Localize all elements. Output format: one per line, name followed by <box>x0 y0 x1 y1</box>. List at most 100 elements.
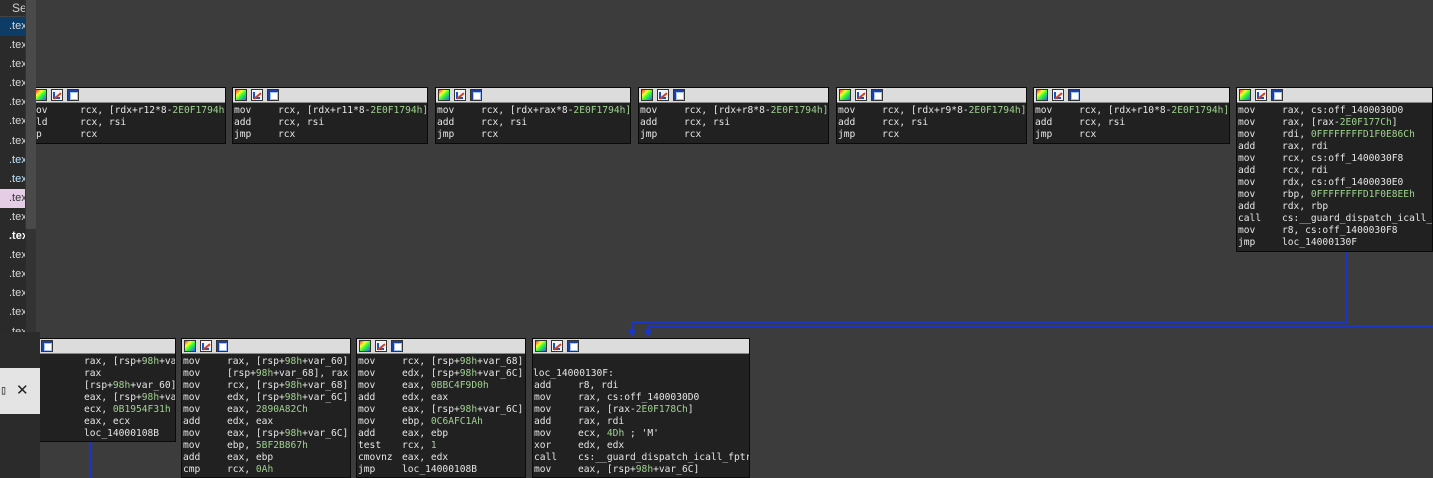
segment-item[interactable]: .tex <box>0 112 25 131</box>
asm-line[interactable]: add rcx, rdi <box>1237 165 1432 177</box>
asm-line[interactable]: add rcx, rsi <box>639 117 828 129</box>
window-icon[interactable] <box>216 340 228 352</box>
asm-line[interactable]: mov rcx, [rdx+r9*8-2E0F1794h] <box>837 105 1026 117</box>
code-block[interactable]: mov rcx, [rsp+98h+var_68] mov edx, [rsp+98h… <box>356 338 526 478</box>
asm-line[interactable]: jmp rcx <box>1034 129 1229 141</box>
asm-line[interactable]: ov rcx, [rdx+r12*8-2E0F1794h] <box>35 105 225 117</box>
asm-line[interactable]: mov ebp, 5BF2B867h <box>182 440 350 452</box>
asm-line[interactable]: jmp loc_14000108B <box>357 464 525 476</box>
asm-line[interactable]: ecx, 0B1954F31h <box>39 404 175 416</box>
asm-line[interactable]: jmp rcx <box>233 129 427 141</box>
asm-line[interactable]: add edx, eax <box>182 416 350 428</box>
asm-line[interactable]: mov rax, [rax-2E0F178Ch] <box>533 404 749 416</box>
asm-line[interactable]: mov rbp, 0FFFFFFFFD1F0E8EEh <box>1237 189 1432 201</box>
graph-color-icon[interactable] <box>1036 89 1048 101</box>
window-icon[interactable] <box>470 89 482 101</box>
edit-icon[interactable] <box>200 340 212 352</box>
graph-color-icon[interactable] <box>359 340 371 352</box>
asm-line[interactable]: xor edx, edx <box>533 440 749 452</box>
graph-color-icon[interactable] <box>535 340 547 352</box>
asm-line[interactable]: add rcx, rsi <box>233 117 427 129</box>
edit-icon[interactable] <box>657 89 669 101</box>
asm-line[interactable]: mov rcx, cs:off_1400030F8 <box>1237 153 1432 165</box>
asm-line[interactable]: jmp rcx <box>837 129 1026 141</box>
asm-line[interactable]: p rcx <box>35 129 225 141</box>
asm-line[interactable]: add rdx, rbp <box>1237 201 1432 213</box>
segments-scrollbar-thumb[interactable] <box>25 0 36 229</box>
asm-line[interactable]: jmp rcx <box>639 129 828 141</box>
edit-icon[interactable] <box>51 89 63 101</box>
asm-line[interactable]: ld rcx, rsi <box>35 117 225 129</box>
graph-color-icon[interactable] <box>839 89 851 101</box>
asm-line[interactable]: add rcx, rsi <box>837 117 1026 129</box>
asm-line[interactable]: add rcx, rsi <box>1034 117 1229 129</box>
asm-line[interactable]: mov eax, [rsp+98h+var_6C] <box>357 404 525 416</box>
window-icon[interactable] <box>1068 89 1080 101</box>
code-block[interactable]: rax, [rsp+98h+var_68]rax[rsp+98h+var_60]… <box>38 338 176 442</box>
asm-line[interactable]: cmovnz eax, edx <box>357 452 525 464</box>
asm-line[interactable]: mov rcx, [rdx+rax*8-2E0F1794h] <box>436 105 630 117</box>
window-icon[interactable] <box>567 340 579 352</box>
asm-line[interactable]: add rax, rdi <box>1237 141 1432 153</box>
graph-view[interactable]: ov rcx, [rdx+r12*8-2E0F1794h] ld rcx, rsi p r… <box>0 0 1433 478</box>
segment-item[interactable]: .tex <box>0 132 25 151</box>
segment-item[interactable]: .tex <box>0 151 25 170</box>
asm-line[interactable]: add rax, rdi <box>533 416 749 428</box>
graph-color-icon[interactable] <box>235 89 247 101</box>
segment-item[interactable]: .tex <box>0 17 25 37</box>
segment-item[interactable]: .tex <box>0 227 25 246</box>
asm-line[interactable]: mov eax, 0BBC4F9D0h <box>357 380 525 392</box>
asm-line[interactable]: mov edx, [rsp+98h+var_6C] <box>182 392 350 404</box>
asm-line[interactable]: test rcx, 1 <box>357 440 525 452</box>
asm-line[interactable]: mov rax, cs:off_1400030D0 <box>533 392 749 404</box>
code-block[interactable]: mov rcx, [rdx+r9*8-2E0F1794h] add rcx, rsi j… <box>836 87 1027 144</box>
asm-line[interactable]: mov ebp, 0C6AFC1Ah <box>357 416 525 428</box>
segment-item[interactable]: .tex <box>0 170 25 189</box>
window-icon[interactable] <box>67 89 79 101</box>
segments-scrollbar-track[interactable] <box>25 229 36 332</box>
window-icon[interactable] <box>267 89 279 101</box>
asm-line[interactable]: eax, [rsp+98h+var_6C] <box>39 392 175 404</box>
asm-line[interactable]: add eax, ebp <box>357 428 525 440</box>
asm-line[interactable]: mov eax, [rsp+98h+var_6C] <box>182 428 350 440</box>
asm-line[interactable]: call cs:__guard_dispatch_icall_fptr <box>533 452 749 464</box>
window-icon[interactable] <box>391 340 403 352</box>
asm-line[interactable]: mov rcx, [rdx+r10*8-2E0F1794h] <box>1034 105 1229 117</box>
asm-line[interactable]: call cs:__guard_dispatch_icall_f <box>1237 213 1432 225</box>
edit-icon[interactable] <box>1255 89 1267 101</box>
asm-line[interactable]: add edx, eax <box>357 392 525 404</box>
code-block[interactable]: mov rcx, [rdx+r8*8-2E0F1794h] add rcx, rsi j… <box>638 87 829 144</box>
asm-line[interactable]: mov r8, cs:off_1400030F8 <box>1237 225 1432 237</box>
asm-line[interactable]: add eax, ebp <box>182 452 350 464</box>
restore-icon[interactable]: ▯ <box>0 384 8 397</box>
asm-line[interactable]: mov rcx, [rdx+r8*8-2E0F1794h] <box>639 105 828 117</box>
asm-line[interactable]: mov rax, [rax-2E0F177Ch] <box>1237 117 1432 129</box>
code-block[interactable]: mov rax, [rsp+98h+var_60] mov [rsp+98h+var_… <box>181 338 351 478</box>
graph-color-icon[interactable] <box>184 340 196 352</box>
edit-icon[interactable] <box>551 340 563 352</box>
asm-line[interactable]: mov eax, [rsp+98h+var_6C] <box>533 464 749 476</box>
asm-line[interactable] <box>533 356 749 368</box>
segment-item[interactable]: .tex <box>0 36 25 55</box>
code-block[interactable]: ov rcx, [rdx+r12*8-2E0F1794h] ld rcx, rsi p r… <box>34 87 226 144</box>
segment-item[interactable]: .tex <box>0 246 25 265</box>
segment-item[interactable]: .tex <box>0 188 25 208</box>
asm-line[interactable]: add rcx, rsi <box>436 117 630 129</box>
asm-line[interactable]: mov ecx, 4Dh ; 'M' <box>533 428 749 440</box>
asm-line[interactable]: mov rdi, 0FFFFFFFFD1F0E86Ch <box>1237 129 1432 141</box>
asm-line[interactable]: mov rcx, [rsp+98h+var_68] <box>182 380 350 392</box>
asm-line[interactable]: eax, ecx <box>39 416 175 428</box>
edit-icon[interactable] <box>375 340 387 352</box>
asm-line[interactable]: mov rax, cs:off_1400030D0 <box>1237 105 1432 117</box>
code-block[interactable]: mov rcx, [rdx+rax*8-2E0F1794h] add rcx, rsi… <box>435 87 631 144</box>
asm-line[interactable]: cmp rcx, 0Ah <box>182 464 350 476</box>
window-icon[interactable] <box>41 340 53 352</box>
segment-item[interactable]: .tex <box>0 265 25 284</box>
edit-icon[interactable] <box>454 89 466 101</box>
edit-icon[interactable] <box>1052 89 1064 101</box>
graph-color-icon[interactable] <box>35 89 47 101</box>
edit-icon[interactable] <box>251 89 263 101</box>
asm-line[interactable]: add r8, rdi <box>533 380 749 392</box>
segment-item[interactable]: .tex <box>0 323 25 333</box>
segment-item[interactable]: .tex <box>0 303 25 322</box>
